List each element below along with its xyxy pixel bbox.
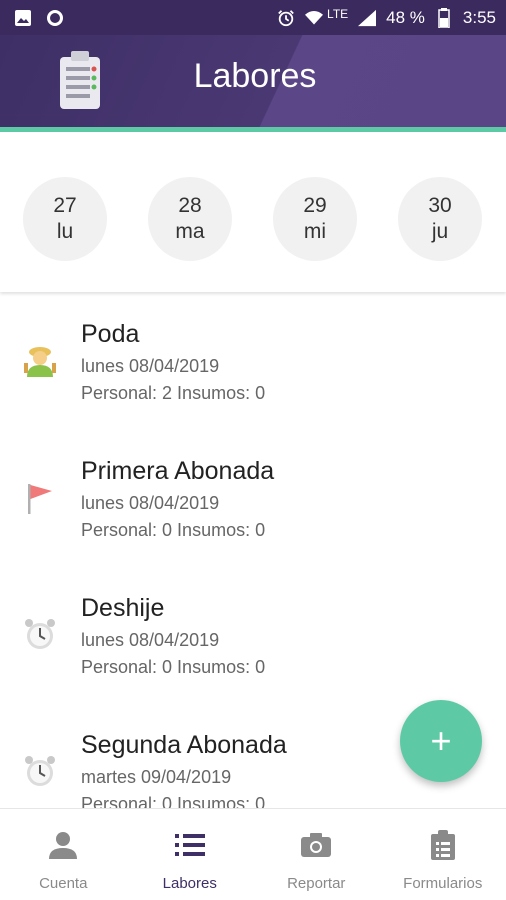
date-chip-29[interactable]: 29 mi: [273, 177, 357, 261]
alarm-clock-icon: [22, 753, 58, 789]
page-title: Labores: [193, 57, 317, 95]
flag-icon: [22, 480, 58, 516]
task-title: Primera Abonada: [81, 457, 275, 485]
date-weekday: lu: [56, 220, 74, 243]
nav-label: Reportar: [287, 875, 346, 892]
task-title: Deshije: [81, 594, 165, 622]
farmer-icon: [22, 343, 58, 379]
date-day: 30: [428, 194, 452, 217]
task-stats: Personal: 0 Insumos: 0: [81, 794, 266, 808]
camera-icon: [300, 829, 332, 861]
date-chip-30[interactable]: 30 ju: [398, 177, 482, 261]
account-icon: [47, 829, 79, 861]
nav-item-reportar[interactable]: Reportar: [253, 809, 380, 900]
date-day: 27: [53, 194, 77, 217]
date-weekday: ju: [431, 220, 449, 243]
date-chip-28[interactable]: 28 ma: [148, 177, 232, 261]
network-type: LTE: [327, 6, 349, 21]
date-selector: 27 lu 28 ma 29 mi 30 ju: [0, 132, 506, 292]
image-notification-icon: [14, 9, 32, 27]
app-bar: Labores: [0, 35, 506, 127]
task-item[interactable]: Primera Abonada lunes 08/04/2019 Persona…: [0, 437, 506, 574]
wifi-icon: [305, 9, 324, 27]
nav-item-labores[interactable]: Labores: [127, 809, 254, 900]
bottom-navigation: Cuenta Labores Reportar Formularios: [0, 808, 506, 900]
nav-label: Cuenta: [39, 875, 88, 892]
task-item[interactable]: Deshije lunes 08/04/2019 Personal: 0 Ins…: [0, 574, 506, 711]
nav-label: Labores: [162, 875, 217, 892]
clock: 3:55: [462, 7, 496, 27]
alarm-icon: [277, 9, 295, 27]
task-stats: Personal: 0 Insumos: 0: [81, 520, 266, 540]
alarm-clock-icon: [22, 616, 58, 652]
status-bar: LTE 48 % 3:55: [0, 0, 506, 35]
task-date: lunes 08/04/2019: [81, 630, 220, 650]
clipboard-icon: [427, 829, 459, 861]
record-notification-icon: [46, 9, 64, 27]
task-stats: Personal: 0 Insumos: 0: [81, 657, 266, 677]
task-stats: Personal: 2 Insumos: 0: [81, 383, 266, 403]
date-chip-27[interactable]: 27 lu: [23, 177, 107, 261]
date-weekday: ma: [175, 220, 205, 243]
task-item[interactable]: Poda lunes 08/04/2019 Personal: 2 Insumo…: [0, 300, 506, 437]
nav-item-formularios[interactable]: Formularios: [380, 809, 506, 900]
task-date: lunes 08/04/2019: [81, 356, 220, 376]
plus-icon: +: [430, 720, 452, 761]
add-task-button[interactable]: +: [400, 700, 482, 782]
list-icon: [174, 829, 206, 861]
date-day: 29: [303, 194, 327, 217]
task-date: lunes 08/04/2019: [81, 493, 220, 513]
nav-item-cuenta[interactable]: Cuenta: [0, 809, 127, 900]
nav-label: Formularios: [403, 875, 483, 892]
battery-percent: 48 %: [386, 7, 425, 27]
task-title: Poda: [81, 320, 140, 348]
battery-icon: [435, 7, 453, 28]
signal-icon: [358, 9, 377, 27]
task-date: martes 09/04/2019: [81, 767, 232, 787]
date-day: 28: [178, 194, 202, 217]
task-title: Segunda Abonada: [81, 731, 287, 759]
date-weekday: mi: [303, 220, 327, 243]
